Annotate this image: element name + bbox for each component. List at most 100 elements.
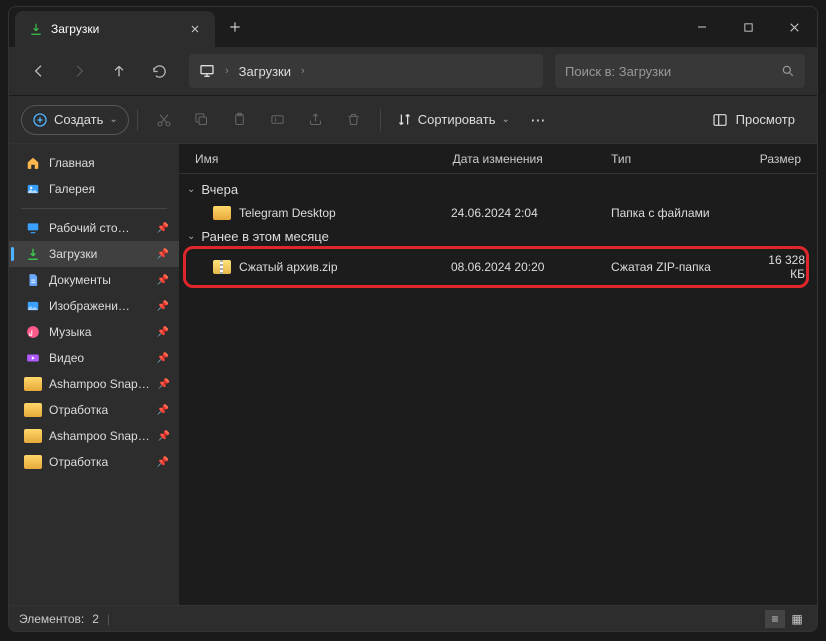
sidebar-item-folder[interactable]: Ashampoo Snap…📌 — [9, 423, 179, 449]
sidebar-item-music[interactable]: Музыка📌 — [9, 319, 179, 345]
file-type: Папка с файлами — [611, 206, 761, 220]
search-placeholder: Поиск в: Загрузки — [565, 64, 671, 79]
tab-downloads[interactable]: Загрузки — [15, 11, 215, 47]
sidebar-item-folder[interactable]: Отработка 📌 — [9, 449, 179, 475]
create-button[interactable]: Создать ⌄ — [21, 105, 129, 135]
file-name: Сжатый архив.zip — [239, 260, 338, 274]
maximize-button[interactable] — [725, 7, 771, 47]
col-date[interactable]: Дата изменения — [449, 152, 608, 166]
sidebar-item-label: Отработка — [49, 455, 108, 469]
view-button[interactable]: Просмотр — [702, 106, 805, 134]
pin-icon: 📌 — [158, 379, 170, 390]
file-date: 24.06.2024 2:04 — [451, 206, 611, 220]
pin-icon: 📌 — [157, 301, 169, 312]
up-button[interactable] — [101, 53, 137, 89]
folder-icon — [25, 376, 41, 392]
paste-icon[interactable] — [222, 102, 258, 138]
status-count: 2 — [92, 612, 99, 626]
separator — [21, 208, 167, 209]
file-name: Telegram Desktop — [239, 206, 336, 220]
col-size[interactable]: Размер — [756, 152, 805, 166]
pin-icon: 📌 — [157, 457, 169, 468]
more-button[interactable]: ⋯ — [520, 102, 556, 138]
back-button[interactable] — [21, 53, 57, 89]
download-icon — [25, 246, 41, 262]
sidebar-item-home[interactable]: Главная — [9, 150, 179, 176]
sidebar-item-video[interactable]: Видео📌 — [9, 345, 179, 371]
sidebar-item-folder[interactable]: Ashampoo Snap… 📌 — [9, 371, 179, 397]
breadcrumb-location[interactable]: Загрузки — [239, 64, 291, 79]
sidebar-item-label: Видео — [49, 351, 84, 365]
chevron-right-icon: › — [225, 65, 229, 77]
sidebar-item-folder[interactable]: Отработка 📌 — [9, 397, 179, 423]
close-tab-icon[interactable] — [189, 23, 201, 35]
file-row[interactable]: Telegram Desktop 24.06.2024 2:04Папка с ф… — [179, 201, 817, 225]
new-tab-button[interactable] — [215, 7, 255, 47]
search-icon — [781, 64, 795, 78]
sidebar-item-image[interactable]: Изображени…📌 — [9, 293, 179, 319]
group-header[interactable]: ⌄Ранее в этом месяце — [179, 225, 817, 248]
sidebar-item-download[interactable]: Загрузки 📌 — [9, 241, 179, 267]
col-type[interactable]: Тип — [607, 152, 756, 166]
details-view-icon[interactable]: ≡ — [765, 610, 785, 628]
titlebar: Загрузки — [9, 7, 817, 47]
pin-icon: 📌 — [157, 405, 169, 416]
pc-icon — [199, 63, 215, 79]
sidebar-item-gallery[interactable]: Галерея — [9, 176, 179, 202]
plus-circle-icon — [32, 112, 48, 128]
refresh-button[interactable] — [141, 53, 177, 89]
chevron-down-icon: ⌄ — [187, 231, 195, 242]
pin-icon: 📌 — [157, 327, 169, 338]
sidebar-item-label: Отработка — [49, 403, 108, 417]
breadcrumb[interactable]: › Загрузки › — [189, 54, 543, 88]
sidebar-item-desktop[interactable]: Рабочий сто… 📌 — [9, 215, 179, 241]
content-area: Имя Дата изменения Тип Размер ⌄ВчераTele… — [179, 144, 817, 605]
doc-icon — [25, 272, 41, 288]
window-controls — [679, 7, 817, 47]
sidebar-item-label: Главная — [49, 156, 95, 170]
separator — [380, 109, 381, 131]
sidebar-item-label: Ashampoo Snap… — [49, 377, 150, 391]
sidebar-item-label: Галерея — [49, 182, 95, 196]
sidebar-item-label: Загрузки — [49, 247, 97, 261]
body: ГлавнаяГалереяРабочий сто…📌Загрузки📌Доку… — [9, 143, 817, 605]
folder-icon — [25, 454, 41, 470]
zip-icon — [213, 260, 231, 274]
chevron-down-icon: ⌄ — [501, 114, 509, 125]
copy-icon[interactable] — [184, 102, 220, 138]
sort-button[interactable]: Сортировать ⌄ — [389, 106, 518, 133]
tab-title: Загрузки — [51, 22, 99, 36]
navbar: › Загрузки › Поиск в: Загрузки — [9, 47, 817, 95]
pin-icon: 📌 — [157, 223, 169, 234]
create-label: Создать — [54, 112, 103, 127]
minimize-button[interactable] — [679, 7, 725, 47]
cut-icon[interactable] — [146, 102, 182, 138]
view-toggle: ≡ ▦ — [765, 610, 807, 628]
status-count-label: Элементов: — [19, 612, 84, 626]
video-icon — [25, 350, 41, 366]
image-icon — [25, 298, 41, 314]
forward-button[interactable] — [61, 53, 97, 89]
home-icon — [25, 155, 41, 171]
rename-icon[interactable] — [260, 102, 296, 138]
sidebar-item-label: Рабочий сто… — [49, 221, 130, 235]
group-header[interactable]: ⌄Вчера — [179, 178, 817, 201]
col-name[interactable]: Имя — [191, 152, 449, 166]
folder-icon — [213, 206, 231, 220]
sort-label: Сортировать — [418, 112, 496, 127]
chevron-right-icon: › — [301, 65, 305, 77]
share-icon[interactable] — [298, 102, 334, 138]
file-row[interactable]: Сжатый архив.zip08.06.2024 20:20Сжатая Z… — [179, 248, 817, 286]
delete-icon[interactable] — [336, 102, 372, 138]
pin-icon: 📌 — [157, 275, 169, 286]
view-label: Просмотр — [736, 112, 795, 127]
pin-icon: 📌 — [157, 249, 169, 260]
grid-view-icon[interactable]: ▦ — [787, 610, 807, 628]
chevron-down-icon: ⌄ — [187, 184, 195, 195]
close-window-button[interactable] — [771, 7, 817, 47]
sidebar-item-doc[interactable]: Документы📌 — [9, 267, 179, 293]
file-size: 16 328 КБ — [761, 253, 805, 281]
sidebar-item-label: Ashampoo Snap… — [49, 429, 150, 443]
search-input[interactable]: Поиск в: Загрузки — [555, 54, 805, 88]
file-list: ⌄Вчера Telegram Desktop 24.06.2024 2:04Пап… — [179, 174, 817, 605]
